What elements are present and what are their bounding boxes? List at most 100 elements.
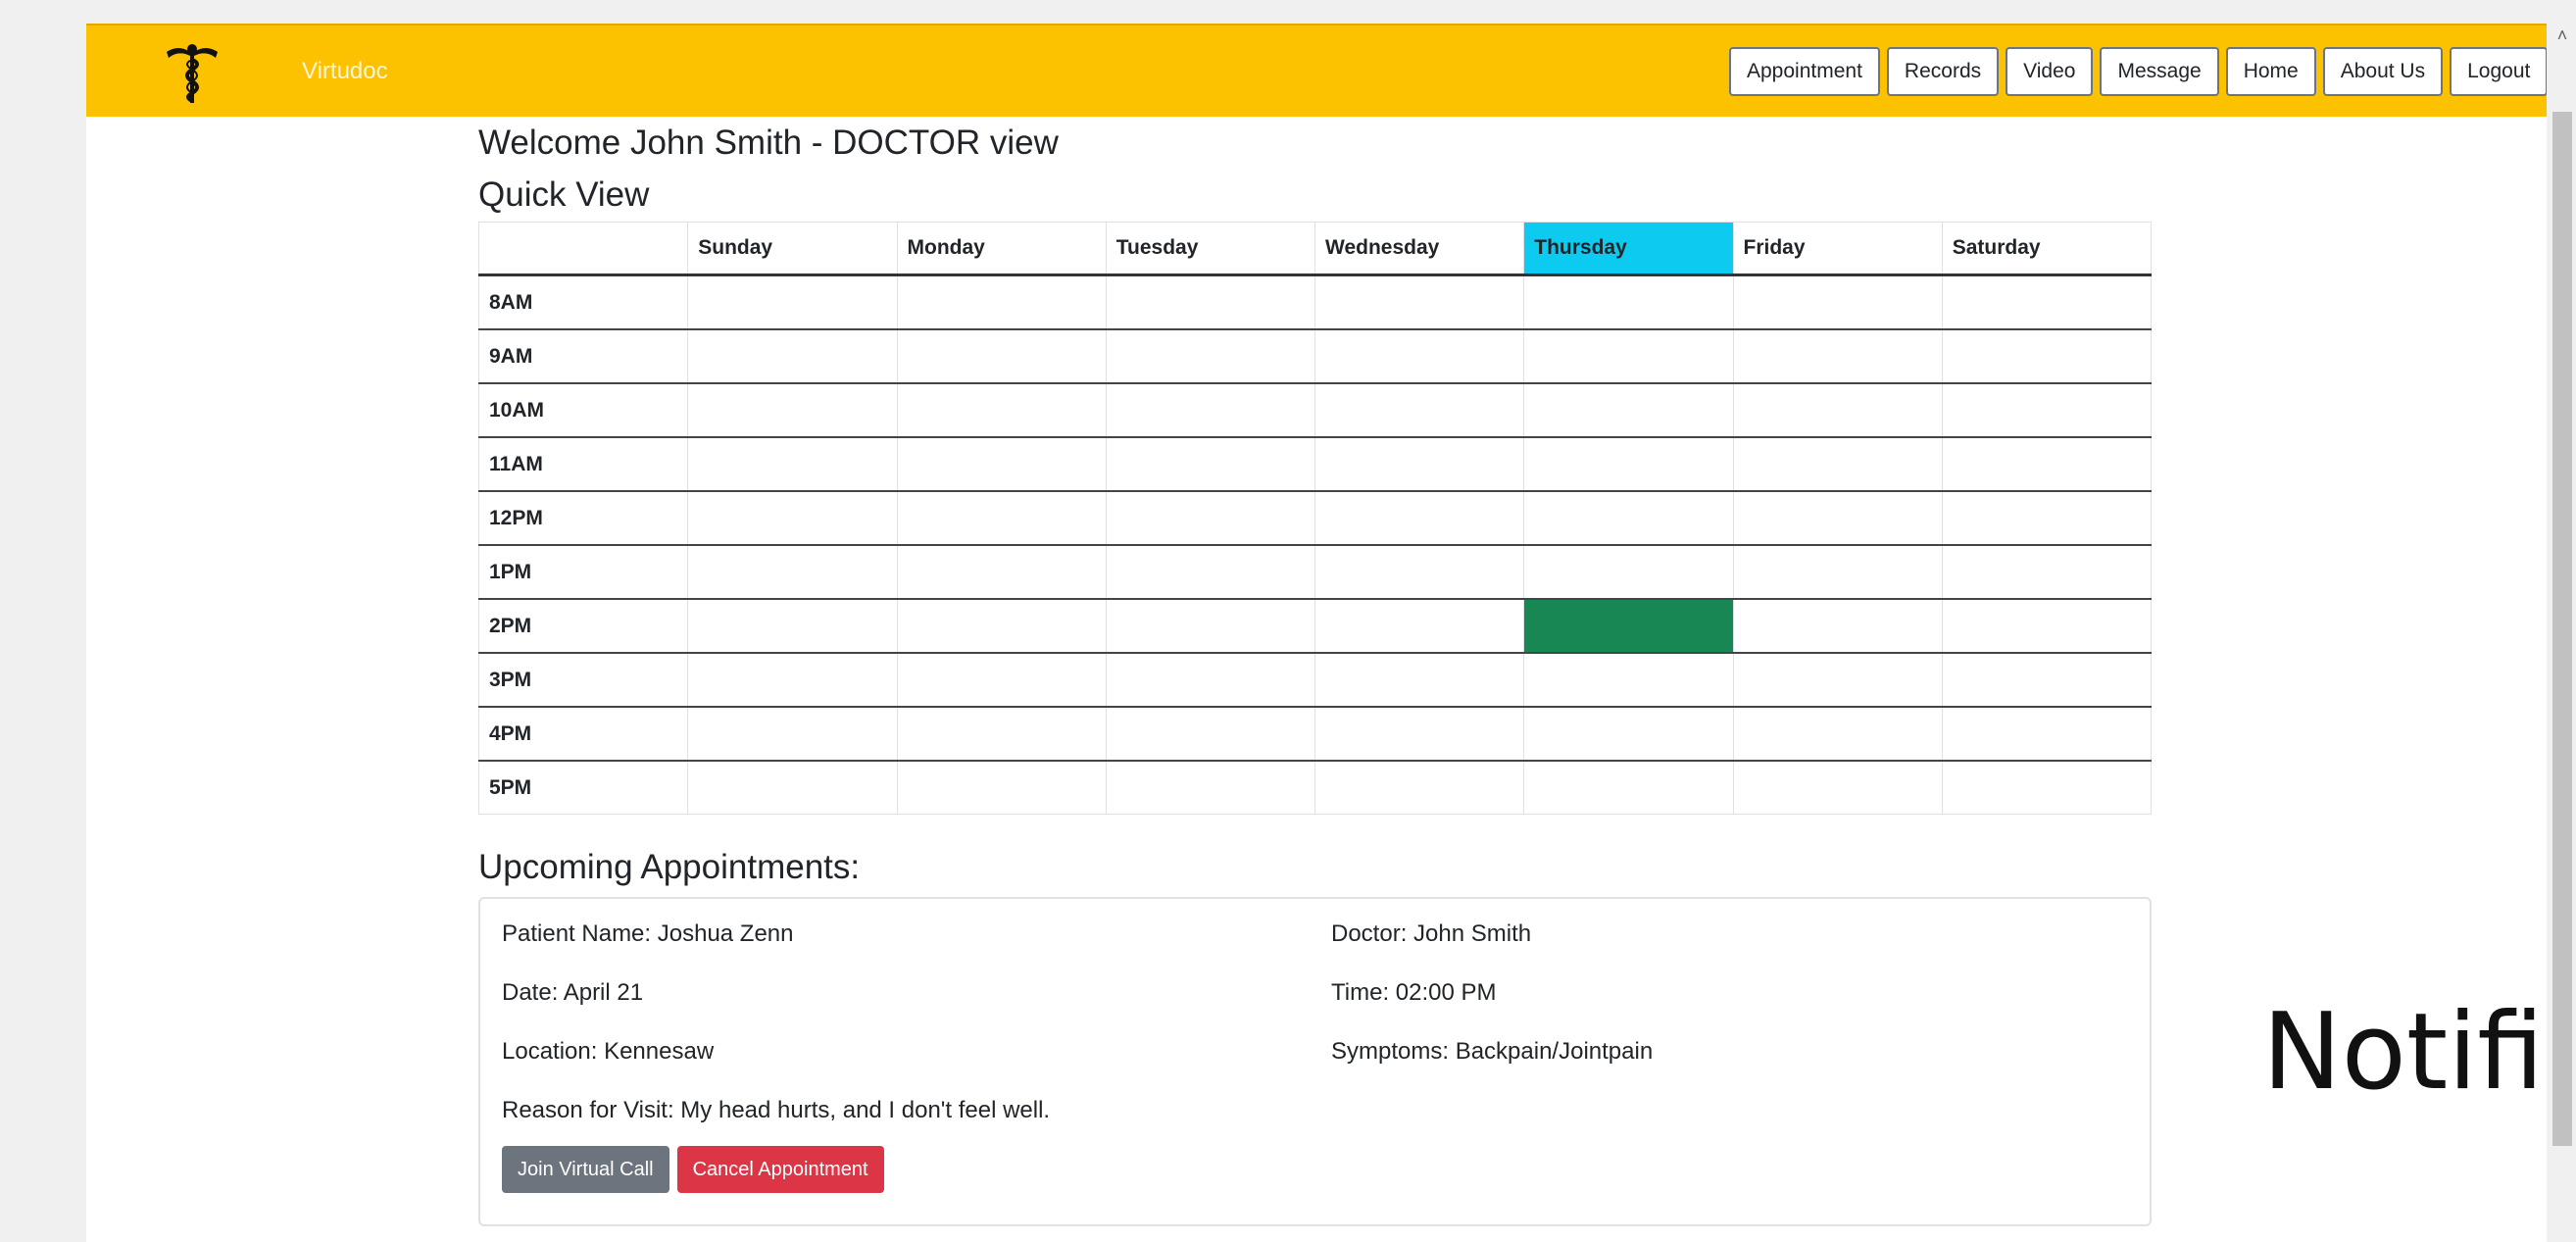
- browser-viewport: pag Virtudoc Appointment Records Video M…: [86, 24, 2547, 1242]
- appointment-date: Date: April 21: [502, 979, 644, 1006]
- quick-view-title: Quick View: [478, 175, 650, 214]
- time-slot-label: 9AM: [477, 328, 689, 384]
- visit-reason: Reason for Visit: My head hurts, and I d…: [502, 1097, 1051, 1123]
- schedule-cell: [687, 544, 898, 600]
- schedule-cell: [896, 273, 1107, 330]
- nav-message-button[interactable]: Message: [2100, 47, 2219, 96]
- day-header-monday: Monday: [896, 222, 1107, 276]
- schedule-cell: [1732, 382, 1943, 438]
- nav-appointment-button[interactable]: Appointment: [1729, 47, 1880, 96]
- schedule-cell: [687, 490, 898, 546]
- schedule-cell: [1732, 598, 1943, 654]
- booked-slot-cell[interactable]: [1523, 598, 1734, 654]
- appointment-location: Location: Kennesaw: [502, 1038, 715, 1065]
- appointment-actions: Join Virtual Call Cancel Appointment: [502, 1146, 892, 1193]
- time-slot-label: 11AM: [477, 436, 689, 492]
- schedule-cell: [1313, 652, 1525, 708]
- schedule-cell: [1313, 382, 1525, 438]
- schedule-cell: [896, 652, 1107, 708]
- day-header-thursday: Thursday: [1523, 222, 1734, 276]
- schedule-cell: [1941, 652, 2153, 708]
- caduceus-icon[interactable]: [165, 42, 220, 105]
- schedule-cell: [687, 436, 898, 492]
- brand-link[interactable]: Virtudoc: [302, 56, 388, 87]
- schedule-cell: [1941, 544, 2153, 600]
- notification-heading-cut-off: Notifica: [2262, 991, 2547, 1114]
- time-slot-label: 8AM: [477, 273, 689, 330]
- schedule-cell: [1313, 273, 1525, 330]
- schedule-row: 1PM: [477, 544, 2153, 600]
- nav-home-button[interactable]: Home: [2225, 47, 2316, 96]
- appointment-card: Patient Name: Joshua Zenn Doctor: John S…: [478, 897, 2152, 1226]
- schedule-cell: [1732, 760, 1943, 815]
- nav-about-us-button[interactable]: About Us: [2322, 47, 2444, 96]
- schedule-cell: [1732, 652, 1943, 708]
- schedule-cell: [1105, 760, 1316, 815]
- schedule-cell: [1105, 706, 1316, 762]
- time-slot-label: 12PM: [477, 490, 689, 546]
- schedule-cell: [1523, 760, 1734, 815]
- schedule-cell: [1941, 382, 2153, 438]
- day-header-wednesday: Wednesday: [1313, 222, 1525, 276]
- navbar: Virtudoc Appointment Records Video Messa…: [86, 24, 2547, 117]
- schedule-cell: [687, 760, 898, 815]
- patient-name: Patient Name: Joshua Zenn: [502, 920, 794, 947]
- schedule-row: 9AM: [477, 328, 2153, 384]
- schedule-cell: [1523, 490, 1734, 546]
- time-slot-label: 4PM: [477, 706, 689, 762]
- vertical-scrollbar[interactable]: ˄: [2549, 24, 2576, 1242]
- schedule-corner-cell: [477, 222, 689, 276]
- scrollbar-thumb[interactable]: [2552, 112, 2572, 1146]
- schedule-cell: [1523, 273, 1734, 330]
- welcome-heading: Welcome John Smith - DOCTOR view: [478, 124, 1059, 162]
- scroll-up-arrow-icon[interactable]: ˄: [2551, 24, 2574, 47]
- schedule-cell: [1732, 273, 1943, 330]
- schedule-cell: [1732, 544, 1943, 600]
- schedule-cell: [896, 328, 1107, 384]
- time-slot-label: 3PM: [477, 652, 689, 708]
- schedule-cell: [1313, 706, 1525, 762]
- schedule-row: 4PM: [477, 706, 2153, 762]
- day-header-tuesday: Tuesday: [1105, 222, 1316, 276]
- schedule-cell: [1732, 436, 1943, 492]
- join-virtual-call-button[interactable]: Join Virtual Call: [502, 1146, 669, 1193]
- schedule-header-row: Sunday Monday Tuesday Wednesday Thursday Frid…: [477, 222, 2153, 276]
- schedule-cell: [1523, 436, 1734, 492]
- schedule-cell: [1313, 760, 1525, 815]
- schedule-row: 2PM: [477, 598, 2153, 654]
- cancel-appointment-button[interactable]: Cancel Appointment: [676, 1146, 884, 1193]
- schedule-cell: [1941, 273, 2153, 330]
- schedule-row: 12PM: [477, 490, 2153, 546]
- schedule-cell: [1732, 328, 1943, 384]
- schedule-cell: [1313, 436, 1525, 492]
- schedule-row: 8AM: [477, 273, 2153, 330]
- schedule-cell: [1105, 544, 1316, 600]
- schedule-cell: [1941, 706, 2153, 762]
- schedule-cell: [687, 706, 898, 762]
- doctor-name: Doctor: John Smith: [1331, 920, 1532, 947]
- day-header-friday: Friday: [1732, 222, 1943, 276]
- time-slot-label: 1PM: [477, 544, 689, 600]
- appointment-time: Time: 02:00 PM: [1331, 979, 1497, 1006]
- nav-records-button[interactable]: Records: [1886, 47, 2000, 96]
- nav-logout-button[interactable]: Logout: [2450, 47, 2547, 96]
- schedule-cell: [1105, 652, 1316, 708]
- schedule-cell: [896, 490, 1107, 546]
- schedule-cell: [1732, 490, 1943, 546]
- schedule-cell: [1313, 544, 1525, 600]
- schedule-cell: [1105, 382, 1316, 438]
- nav-video-button[interactable]: Video: [2006, 47, 2094, 96]
- schedule-cell: [687, 328, 898, 384]
- schedule-cell: [1313, 328, 1525, 384]
- day-header-saturday: Saturday: [1941, 222, 2153, 276]
- schedule-cell: [687, 598, 898, 654]
- time-slot-label: 2PM: [477, 598, 689, 654]
- schedule-cell: [1105, 490, 1316, 546]
- schedule-cell: [1941, 760, 2153, 815]
- time-slot-label: 5PM: [477, 760, 689, 815]
- schedule-row: 5PM: [477, 760, 2153, 815]
- schedule-cell: [1523, 328, 1734, 384]
- schedule-cell: [896, 544, 1107, 600]
- schedule-cell: [687, 652, 898, 708]
- schedule-cell: [896, 382, 1107, 438]
